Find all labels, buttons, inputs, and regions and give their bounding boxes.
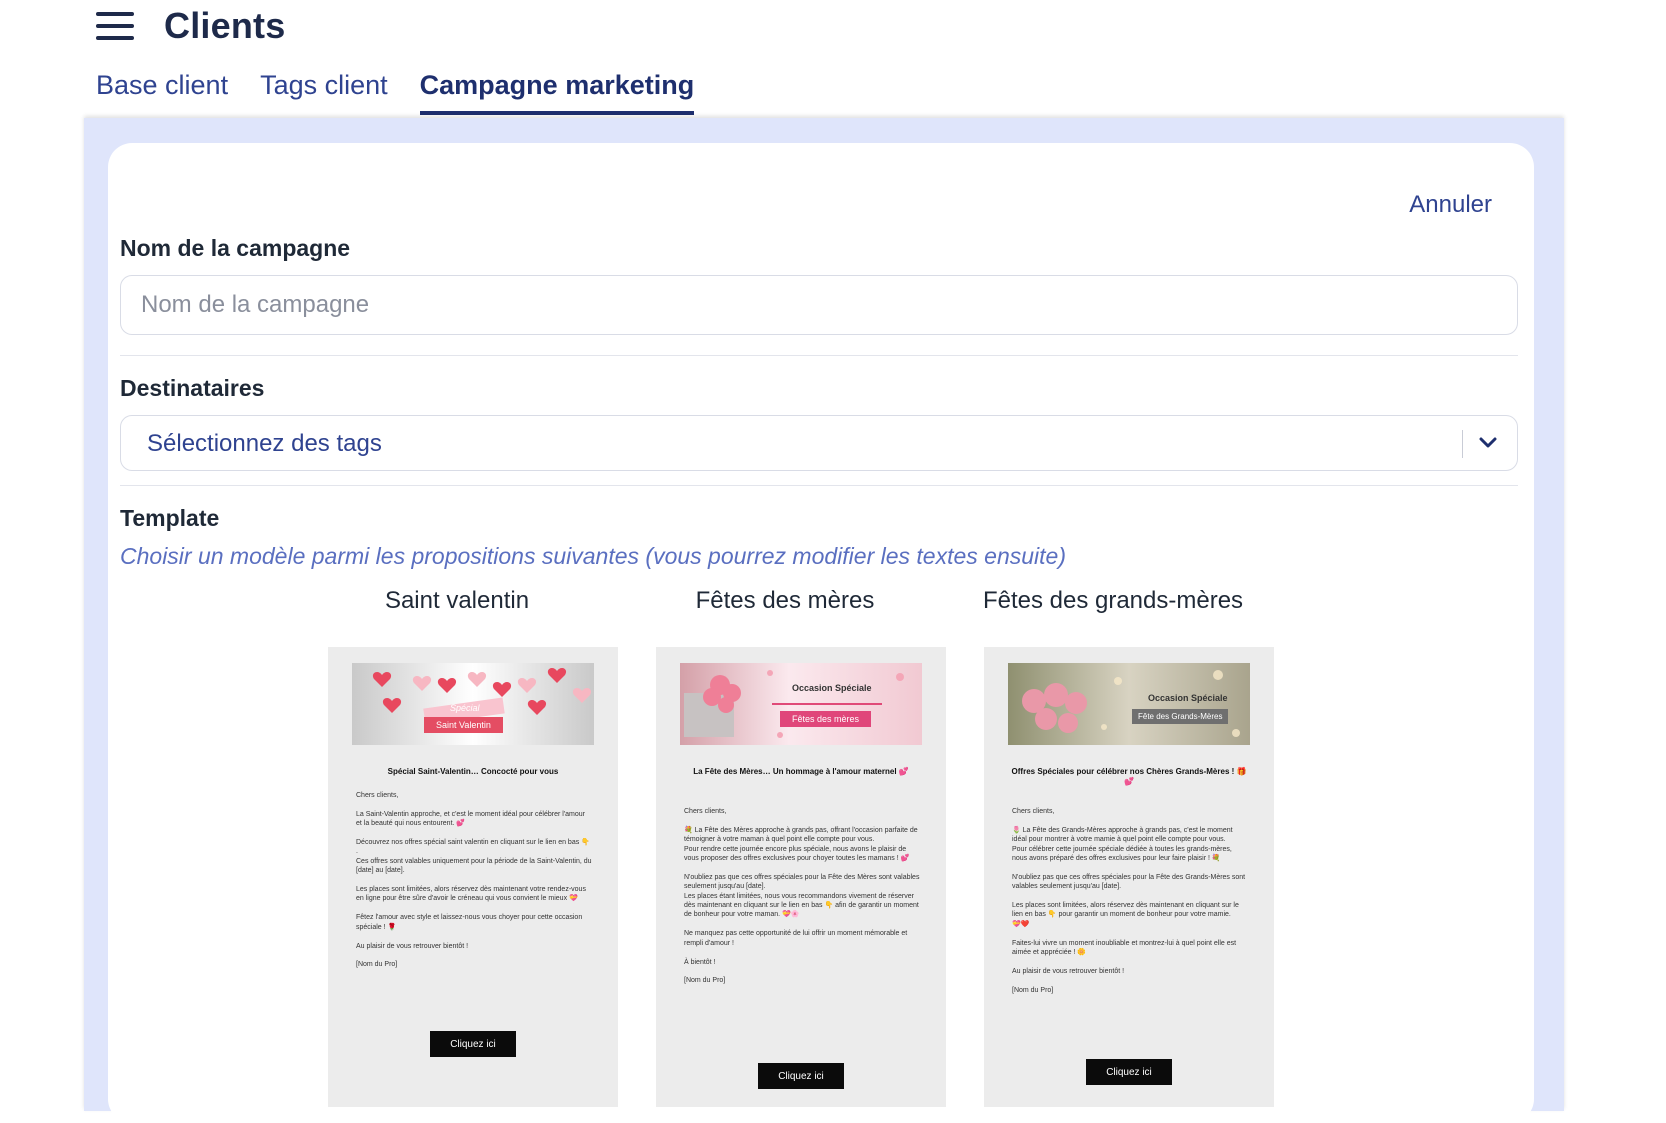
divider xyxy=(120,485,1518,486)
template-heading: Offres Spéciales pour célébrer nos Chère… xyxy=(1011,767,1247,786)
template-card-fete-des-grands-meres[interactable]: Occasion Spéciale Fête des Grands-Mères … xyxy=(984,647,1274,1107)
campaign-name-label: Nom de la campagne xyxy=(120,235,351,261)
template-heading: La Fête des Mères… Un hommage à l'amour … xyxy=(693,767,909,776)
template-body: Chers clients, 💐 La Fête des Mères appro… xyxy=(684,808,920,985)
banner-tag: Occasion Spéciale xyxy=(792,683,872,693)
template-cta-button: Cliquez ici xyxy=(758,1063,844,1089)
cancel-button[interactable]: Annuler xyxy=(1409,191,1492,219)
template-banner-image: Spécial Saint Valentin xyxy=(352,663,594,745)
template-banner-image: Occasion Spéciale Fêtes des mères xyxy=(680,663,922,745)
recipients-tag-select[interactable]: Sélectionnez des tags xyxy=(120,415,1518,471)
banner-tag: Spécial xyxy=(450,703,480,713)
recipients-label: Destinataires xyxy=(120,375,265,401)
template-title-saint-valentin: Saint valentin xyxy=(384,587,530,614)
campaign-name-input[interactable] xyxy=(121,276,1517,334)
tab-tags-client[interactable]: Tags client xyxy=(260,62,388,115)
banner-tag: Occasion Spéciale xyxy=(1148,693,1228,703)
template-banner-image: Occasion Spéciale Fête des Grands-Mères xyxy=(1008,663,1250,745)
template-heading: Spécial Saint-Valentin… Concocté pour vo… xyxy=(387,767,559,776)
divider xyxy=(120,355,1518,356)
recipients-placeholder: Sélectionnez des tags xyxy=(147,430,382,457)
campaign-form-card: Annuler Nom de la campagne Destinataires… xyxy=(108,143,1534,1123)
campaign-name-field xyxy=(120,275,1518,335)
tab-campagne-marketing[interactable]: Campagne marketing xyxy=(419,62,694,115)
template-card-saint-valentin[interactable]: Spécial Saint Valentin Spécial Saint-Val… xyxy=(328,647,618,1107)
template-title-fete-des-meres: Fêtes des mères xyxy=(695,587,875,614)
template-cta-button: Cliquez ici xyxy=(430,1031,516,1057)
banner-badge: Fêtes des mères xyxy=(780,711,872,727)
banner-badge: Fête des Grands-Mères xyxy=(1132,709,1229,724)
template-card-fete-des-meres[interactable]: Occasion Spéciale Fêtes des mères La Fêt… xyxy=(656,647,946,1107)
template-cta-button: Cliquez ici xyxy=(1086,1059,1172,1085)
top-bar: Clients xyxy=(96,0,285,52)
template-title-fete-des-grands-meres: Fêtes des grands-mères xyxy=(982,587,1244,614)
select-separator xyxy=(1462,430,1463,458)
template-hint: Choisir un modèle parmi les propositions… xyxy=(120,543,1066,569)
template-body: Chers clients, 🌷 La Fête des Grands-Mère… xyxy=(1012,808,1246,994)
hamburger-menu-icon[interactable] xyxy=(96,12,134,40)
tab-base-client[interactable]: Base client xyxy=(96,62,228,115)
template-label: Template xyxy=(120,505,220,531)
tab-bar: Base client Tags client Campagne marketi… xyxy=(96,62,726,115)
template-body: Chers clients, La Saint-Valentin approch… xyxy=(356,792,592,969)
chevron-down-icon[interactable] xyxy=(1473,428,1503,458)
page-title: Clients xyxy=(164,5,286,46)
banner-badge: Saint Valentin xyxy=(424,717,503,733)
